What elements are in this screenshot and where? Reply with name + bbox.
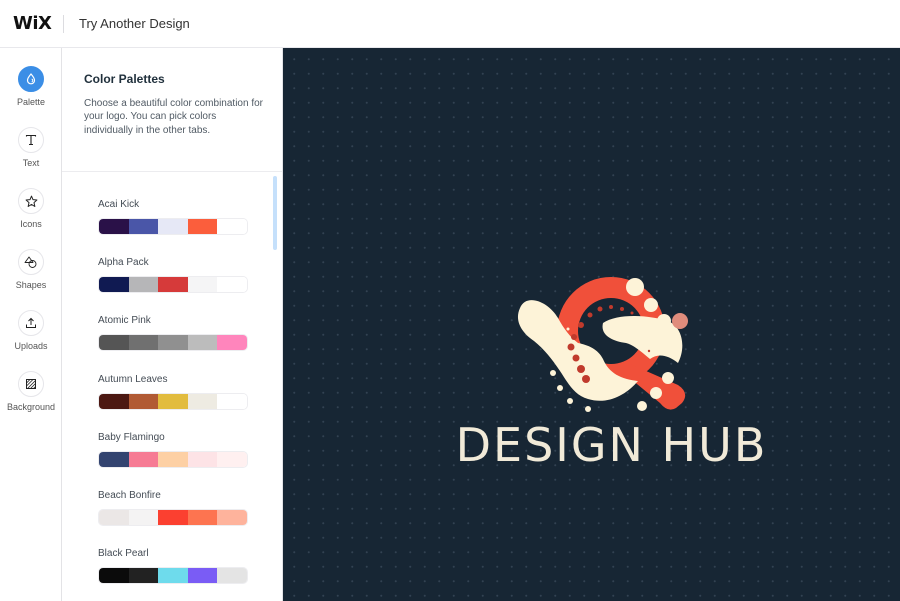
palette-name: Atomic Pink bbox=[98, 315, 151, 327]
logo-canvas: DESIGN HUB bbox=[283, 48, 900, 601]
color-swatch bbox=[187, 568, 218, 584]
palette-swatches bbox=[98, 392, 248, 410]
brand-name-text[interactable]: DESIGN HUB bbox=[283, 418, 900, 472]
color-swatch bbox=[187, 451, 218, 467]
palette-item[interactable]: Beach Bonfire bbox=[98, 490, 248, 526]
try-another-design-link[interactable]: Try Another Design bbox=[79, 16, 190, 31]
text-t-icon bbox=[18, 127, 44, 153]
color-swatch bbox=[99, 393, 129, 409]
palette-item[interactable]: Acai Kick bbox=[98, 199, 248, 235]
color-swatch bbox=[128, 510, 159, 525]
color-swatch bbox=[187, 393, 218, 409]
rail-item-shapes[interactable]: Shapes bbox=[0, 249, 62, 290]
color-swatch bbox=[187, 219, 218, 234]
panel-header: Color Palettes Choose a beautiful color … bbox=[62, 48, 282, 172]
color-swatch bbox=[158, 393, 188, 409]
color-swatch bbox=[158, 335, 188, 351]
color-swatch bbox=[128, 219, 159, 234]
color-swatch bbox=[187, 335, 218, 351]
palette-item[interactable]: Black Pearl bbox=[98, 548, 248, 585]
palette-name: Alpha Pack bbox=[98, 257, 149, 269]
color-swatch bbox=[99, 219, 129, 234]
topbar-divider bbox=[63, 14, 64, 33]
color-swatch bbox=[99, 451, 129, 467]
color-swatch bbox=[99, 277, 129, 293]
color-swatch bbox=[217, 335, 247, 351]
logo-accent-dot bbox=[672, 313, 688, 329]
palette-item[interactable]: Atomic Pink bbox=[98, 315, 248, 352]
palette-item[interactable]: Autumn Leaves bbox=[98, 374, 248, 410]
color-swatch bbox=[217, 510, 247, 525]
color-palettes-panel: Color Palettes Choose a beautiful color … bbox=[62, 48, 283, 601]
palette-list-scrollbar[interactable] bbox=[273, 176, 277, 250]
color-swatch bbox=[187, 277, 218, 293]
palette-item[interactable]: Baby Flamingo bbox=[98, 432, 248, 468]
color-swatch bbox=[128, 568, 159, 584]
logo-tail bbox=[626, 363, 686, 410]
rail-label: Text bbox=[22, 158, 40, 168]
color-swatch bbox=[99, 510, 129, 525]
rail-item-background[interactable]: Background bbox=[0, 371, 62, 412]
palette-swatches bbox=[98, 509, 248, 526]
palette-name: Baby Flamingo bbox=[98, 431, 165, 443]
color-swatch bbox=[158, 219, 188, 234]
color-swatch bbox=[158, 277, 188, 293]
palette-name: Autumn Leaves bbox=[98, 373, 168, 385]
tool-rail: Palette Text Icons Shapes Uploads Backgr… bbox=[0, 48, 62, 601]
rail-label: Shapes bbox=[15, 280, 47, 290]
rail-label: Background bbox=[6, 402, 56, 412]
palette-swatches bbox=[98, 567, 248, 585]
palette-swatches bbox=[98, 276, 248, 294]
color-swatch bbox=[158, 451, 188, 467]
color-swatch bbox=[99, 568, 129, 584]
panel-description: Choose a beautiful color combination for… bbox=[84, 98, 263, 136]
color-swatch bbox=[158, 510, 188, 525]
rail-label: Uploads bbox=[14, 341, 48, 351]
color-swatch bbox=[128, 451, 159, 467]
rail-item-palette[interactable]: Palette bbox=[0, 66, 62, 107]
panel-title: Color Palettes bbox=[84, 72, 165, 86]
color-swatch bbox=[187, 510, 218, 525]
logo-mark-icon[interactable] bbox=[508, 263, 698, 413]
rail-label: Palette bbox=[16, 97, 46, 107]
rail-item-icons[interactable]: Icons bbox=[0, 188, 62, 229]
palette-list: Acai Kick Alpha Pack Atomic Pink Autumn Lea… bbox=[62, 173, 282, 601]
star-icon bbox=[18, 188, 44, 214]
rail-item-text[interactable]: Text bbox=[0, 127, 62, 168]
rail-item-uploads[interactable]: Uploads bbox=[0, 310, 62, 351]
palette-name: Acai Kick bbox=[98, 199, 140, 210]
wix-logo[interactable]: WiX bbox=[13, 13, 53, 34]
color-swatch bbox=[217, 568, 247, 584]
color-swatch bbox=[128, 335, 159, 351]
background-hatch-icon bbox=[18, 371, 44, 397]
color-swatch bbox=[128, 277, 159, 293]
color-swatch bbox=[99, 335, 129, 351]
palette-name: Beach Bonfire bbox=[98, 490, 161, 501]
upload-icon bbox=[18, 310, 44, 336]
palette-swatches bbox=[98, 218, 248, 235]
color-swatch bbox=[217, 219, 247, 234]
palette-swatches bbox=[98, 334, 248, 352]
shapes-icon bbox=[18, 249, 44, 275]
palette-name: Black Pearl bbox=[98, 548, 149, 560]
droplet-icon bbox=[18, 66, 44, 92]
color-swatch bbox=[128, 393, 159, 409]
color-swatch bbox=[158, 568, 188, 584]
palette-swatches bbox=[98, 450, 248, 468]
color-swatch bbox=[217, 393, 247, 409]
rail-label: Icons bbox=[20, 219, 42, 229]
color-swatch bbox=[217, 277, 247, 293]
palette-item[interactable]: Alpha Pack bbox=[98, 257, 248, 294]
top-bar: WiX Try Another Design bbox=[0, 0, 900, 48]
color-swatch bbox=[217, 451, 247, 467]
